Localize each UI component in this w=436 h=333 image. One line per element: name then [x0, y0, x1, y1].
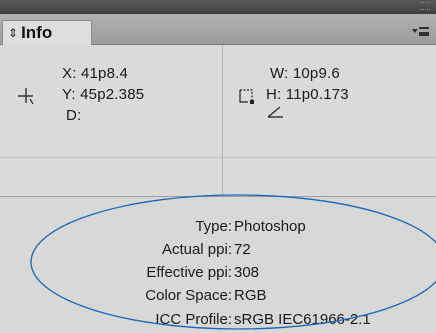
crosshair-icon — [18, 88, 34, 105]
info-row-actual-ppi: Actual ppi: 72 — [0, 241, 436, 261]
x-position: X: 41p8.4 — [62, 65, 129, 82]
info-value: RGB — [234, 287, 267, 304]
info-value: sRGB IEC61966-2.1 — [234, 311, 371, 328]
width-value: W: 10p9.6 — [270, 65, 340, 82]
panel-tab-bar: ⇕ Info — [0, 14, 436, 45]
info-label: ICC Profile: — [155, 311, 232, 328]
panel-title-strip[interactable] — [0, 0, 436, 14]
panel-menu-icon[interactable] — [412, 26, 430, 38]
info-value: Photoshop — [234, 218, 306, 235]
info-panel: ⇕ Info X: 41p8.4 Y: 45p2.385 D: W: 10p9.… — [0, 0, 436, 333]
panel-grip-icon[interactable] — [420, 2, 430, 10]
info-label: Color Space: — [145, 287, 232, 304]
info-value: 308 — [234, 264, 260, 281]
height-value: H: 11p0.173 — [266, 86, 349, 103]
info-label: Effective ppi: — [146, 264, 232, 281]
info-row-icc-profile: ICC Profile: sRGB IEC61966-2.1 — [0, 311, 436, 331]
empty-cell-right — [223, 158, 436, 196]
tab-info-label: Info — [21, 23, 53, 42]
empty-cell-left — [0, 158, 222, 196]
info-label: Type: — [195, 218, 232, 235]
angle-icon — [267, 106, 283, 118]
info-row-color-space: Color Space: RGB — [0, 287, 436, 307]
info-row-effective-ppi: Effective ppi: 308 — [0, 264, 436, 284]
info-row-type: Type: Photoshop — [0, 218, 436, 238]
y-position: Y: 45p2.385 — [62, 86, 145, 103]
distance: D: — [66, 107, 82, 124]
tab-expand-arrows-icon[interactable]: ⇕ — [8, 27, 18, 39]
info-label: Actual ppi: — [161, 241, 232, 258]
info-value: 72 — [234, 241, 251, 258]
tab-info[interactable]: ⇕ Info — [2, 20, 92, 45]
bounds-icon — [239, 89, 254, 104]
